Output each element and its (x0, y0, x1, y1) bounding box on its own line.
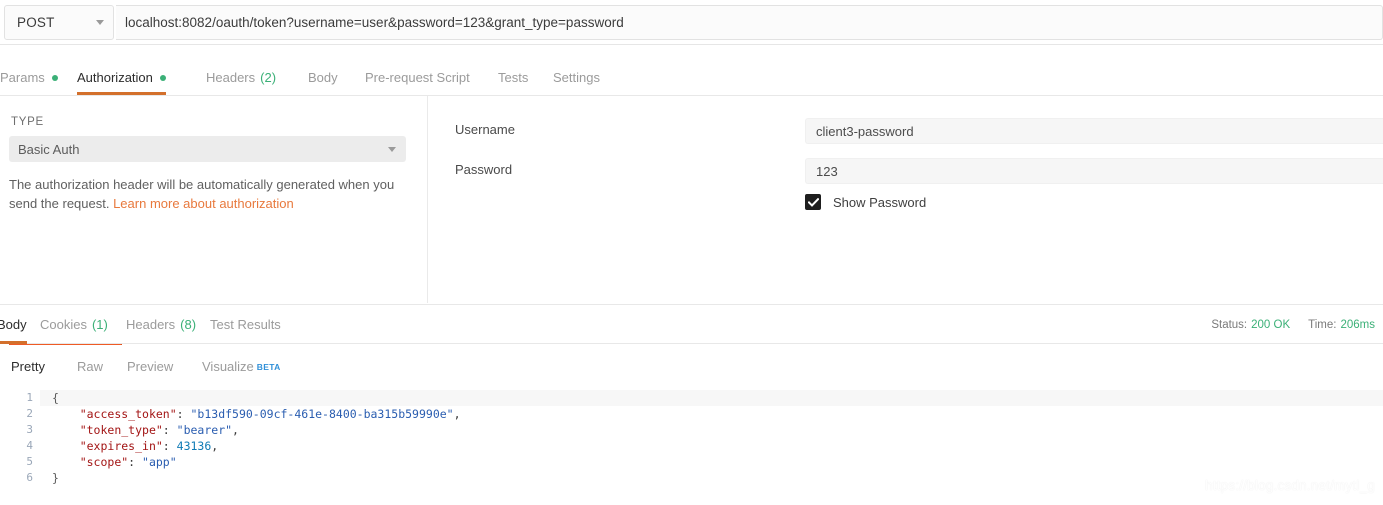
password-input[interactable]: 123 (805, 158, 1383, 184)
line-number: 3 (26, 423, 33, 436)
tab-label: Headers (206, 70, 256, 85)
auth-type-value: Basic Auth (18, 141, 80, 157)
request-tab-headers[interactable]: Headers (2) (206, 58, 276, 95)
request-tab-bar: Params Authorization Headers (2) Body Pre-req… (0, 58, 1383, 96)
auth-type-label: TYPE (11, 116, 44, 128)
chevron-down-icon (96, 20, 104, 25)
status-label: Status: (1211, 318, 1248, 331)
request-tab-pre-request-script[interactable]: Pre-request Script (365, 58, 470, 95)
line-number: 5 (26, 455, 33, 468)
tab-label: Raw (77, 359, 104, 374)
password-row: Password 123 (429, 158, 1383, 184)
url-bar: POST localhost:8082/oauth/token?username… (0, 0, 1383, 45)
modified-dot-icon (51, 74, 58, 81)
time-value: 206ms (1340, 318, 1375, 331)
tab-label: Authorization (77, 70, 153, 85)
show-password-label: Show Password (833, 194, 927, 210)
body-view-tab-raw[interactable]: Raw (77, 353, 103, 380)
response-body-code[interactable]: 1 2 3 4 5 6 { "access_token": "b13df590-09cf-… (0, 390, 1383, 505)
status-group: Status: 200 OK (1211, 319, 1290, 331)
response-tab-cookies[interactable]: Cookies (1) (40, 305, 108, 344)
postman-window: POST localhost:8082/oauth/token?username… (0, 0, 1383, 505)
tab-label: Test Results (210, 317, 281, 332)
learn-more-link[interactable]: Learn more about authorization (113, 196, 294, 211)
checkmark-icon (807, 197, 819, 207)
code-line: "access_token": "b13df590-09cf-461e-8400… (79, 407, 461, 421)
request-tab-authorization[interactable]: Authorization (77, 58, 166, 95)
code-line: "scope": "app" (79, 455, 177, 469)
body-view-tab-visualize[interactable]: Visualize BETA (202, 353, 281, 380)
username-label: Username (455, 122, 515, 137)
authorization-credentials-panel: Username client3-password Password 123 S… (429, 96, 1383, 303)
line-number: 1 (26, 391, 33, 404)
line-number: 2 (26, 407, 33, 420)
url-input[interactable]: localhost:8082/oauth/token?username=user… (116, 5, 1383, 40)
response-tab-headers[interactable]: Headers (8) (126, 305, 196, 344)
tab-count: (8) (180, 317, 197, 332)
tab-label: Tests (498, 70, 529, 85)
code-line: "token_type": "bearer", (79, 423, 239, 437)
tab-label: Settings (553, 70, 600, 85)
tab-label: Body (0, 317, 27, 332)
active-tab-underline (0, 341, 27, 344)
response-tab-bar: Test Results Headers (8) Cookies (1) Body Sta… (0, 304, 1383, 344)
username-row: Username client3-password (429, 118, 1383, 144)
tab-label: Cookies (40, 317, 87, 332)
body-view-tab-pretty[interactable]: Pretty (11, 353, 45, 380)
code-line: "expires_in": 43136, (79, 439, 219, 453)
tab-count: (1) (91, 317, 108, 332)
request-tab-params[interactable]: Params (0, 58, 58, 95)
tab-count: (2) (260, 70, 277, 85)
modified-dot-icon (159, 74, 166, 81)
response-meta: Status: 200 OK Time: 206ms (1211, 305, 1375, 344)
body-view-tab-preview[interactable]: Preview (127, 353, 173, 380)
json-code-lines: { "access_token": "b13df590-09cf-461e-84… (52, 390, 461, 486)
tab-label: Params (0, 70, 45, 85)
response-body-toolbar: VisualizeBETAPreviewRawPretty JSON (0, 345, 1383, 388)
authorization-type-panel: TYPE Basic Auth The authorization header… (0, 96, 428, 367)
code-line: { (52, 391, 59, 405)
tab-label: Pretty (11, 359, 45, 374)
time-label: Time: (1308, 318, 1337, 331)
password-label: Password (455, 162, 513, 177)
show-password-row[interactable]: Show Password (805, 194, 926, 210)
request-tab-body[interactable]: Body (308, 58, 338, 95)
active-tab-underline (77, 92, 166, 95)
line-number: 4 (26, 439, 33, 452)
tab-label: Pre-request Script (365, 70, 470, 85)
request-tab-settings[interactable]: Settings (553, 58, 600, 95)
username-input[interactable]: client3-password (805, 118, 1383, 144)
tab-label: Body (308, 70, 338, 85)
line-number-gutter: 1 2 3 4 5 6 (0, 390, 40, 505)
auth-description: The authorization header will be automat… (9, 175, 414, 213)
http-method-select[interactable]: POST (4, 5, 114, 40)
status-value: 200 OK (1251, 318, 1291, 331)
response-tab-test-results[interactable]: Test Results (210, 305, 281, 344)
chevron-down-icon (388, 146, 396, 152)
response-tab-body[interactable]: Body (0, 305, 27, 344)
auth-type-select[interactable]: Basic Auth (9, 136, 406, 162)
tab-label: Visualize (202, 359, 254, 374)
code-line: } (52, 471, 59, 485)
tab-label: Headers (126, 317, 176, 332)
line-number: 6 (26, 471, 33, 484)
http-method-label: POST (17, 15, 55, 30)
time-group: Time: 206ms (1308, 319, 1375, 331)
tab-label: Preview (127, 359, 174, 374)
beta-badge: BETA (256, 361, 281, 372)
request-tab-tests[interactable]: Tests (498, 58, 528, 95)
show-password-checkbox[interactable] (805, 194, 821, 210)
